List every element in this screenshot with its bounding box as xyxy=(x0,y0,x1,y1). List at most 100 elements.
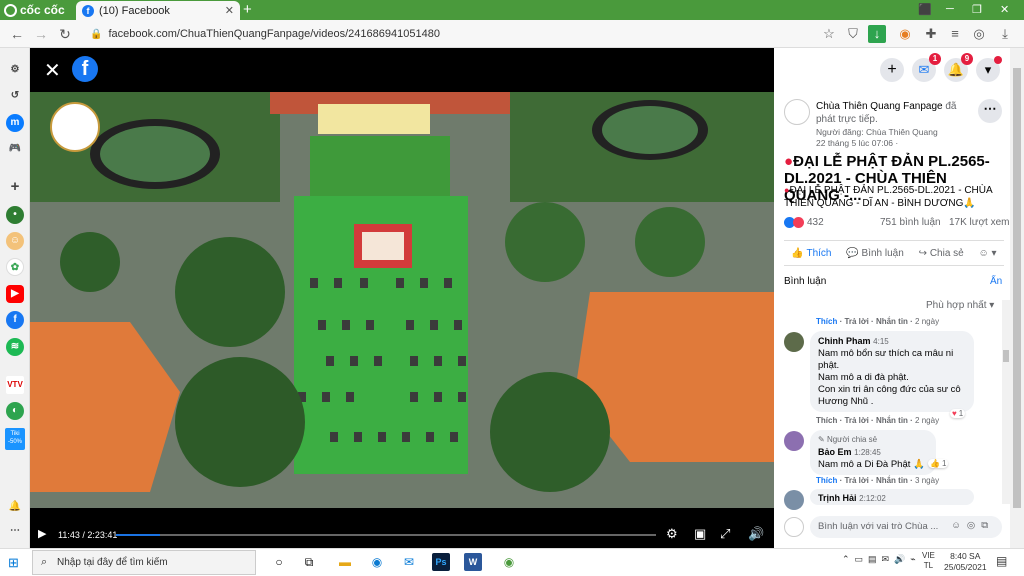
scroll-thumb[interactable] xyxy=(1003,350,1009,362)
windows-start-icon[interactable]: ⊞ xyxy=(8,555,19,571)
reactions-summary[interactable]: 432 xyxy=(784,217,824,228)
pip-icon[interactable]: ▣ xyxy=(694,526,706,542)
commenter-name[interactable]: Trịnh Hải xyxy=(818,493,857,503)
new-tab-button[interactable]: + xyxy=(243,2,252,18)
comment-like-link[interactable]: Thích xyxy=(816,416,837,425)
comment-message-link[interactable]: Nhắn tin xyxy=(876,416,908,425)
more-options-icon[interactable]: ⋯ xyxy=(978,99,1002,123)
video-frame[interactable] xyxy=(30,92,774,508)
shortcut-4-icon[interactable]: ◐ xyxy=(6,402,24,420)
post-header: Chùa Thiên Quang Fanpage đã phát trực ti… xyxy=(816,101,957,125)
avatar[interactable] xyxy=(784,332,804,352)
taskbar-search[interactable]: ⌕ Nhập tại đây để tìm kiếm xyxy=(32,550,256,575)
star-icon[interactable]: ☆ xyxy=(820,25,838,43)
task-view-icon[interactable]: ⧉ xyxy=(300,553,318,571)
maximize-icon[interactable]: ❐ xyxy=(972,3,982,16)
shortcut-2-icon[interactable]: ☺ xyxy=(6,232,24,250)
forward-icon[interactable]: → xyxy=(32,25,50,43)
comment-message-link[interactable]: Nhắn tin xyxy=(876,476,908,485)
tab-facebook[interactable]: f (10) Facebook ✕ xyxy=(76,1,240,20)
downloads-icon[interactable]: ⤓ xyxy=(996,25,1014,43)
vtv-icon[interactable]: VTV xyxy=(6,376,24,394)
profile-icon[interactable]: ◎ xyxy=(970,25,988,43)
commenter-name[interactable]: Chinh Pham xyxy=(818,336,871,346)
notifications-sidebar-icon[interactable]: 🔔 xyxy=(6,498,24,516)
comment-reply-link[interactable]: Trả lời xyxy=(844,476,868,485)
minimize-icon[interactable]: ─ xyxy=(946,3,954,15)
reload-icon[interactable]: ↻ xyxy=(56,25,74,43)
download-ext-icon[interactable]: ↓ xyxy=(868,25,886,43)
messenger-icon[interactable]: m xyxy=(6,114,24,132)
photoshop-icon[interactable]: Ps xyxy=(432,553,450,571)
comments-scrollbar[interactable] xyxy=(1002,300,1010,504)
url-field[interactable]: 🔒 facebook.com/ChuaThienQuangFanpage/vide… xyxy=(90,28,440,40)
cortana-icon[interactable]: ○ xyxy=(270,553,288,571)
video-settings-icon[interactable]: ⚙ xyxy=(666,526,678,542)
hide-comments-link[interactable]: Ẩn xyxy=(990,276,1002,287)
comment-reply-link[interactable]: Trả lời xyxy=(844,416,868,425)
emoji-camera-gif-icons[interactable]: ☺◎⧉ xyxy=(951,520,994,531)
fullscreen-icon[interactable]: ⤢ xyxy=(720,526,730,542)
youtube-icon[interactable]: ▶ xyxy=(6,285,24,303)
comment-timestamp[interactable]: 2:12:02 xyxy=(859,494,886,503)
extension-icon[interactable]: ⬛ xyxy=(918,3,932,16)
account-dot xyxy=(994,56,1002,64)
mail-icon[interactable]: ✉ xyxy=(400,553,418,571)
close-tab-icon[interactable]: ✕ xyxy=(225,4,234,17)
close-window-icon[interactable]: ✕ xyxy=(1000,3,1009,16)
coccoc-taskbar-icon[interactable]: ◉ xyxy=(500,553,518,571)
facebook-shortcut-icon[interactable]: f xyxy=(6,311,24,329)
share-button[interactable]: ↪ Chia sẻ xyxy=(919,248,964,259)
spotify-icon[interactable]: ≋ xyxy=(6,338,24,356)
reading-list-icon[interactable]: ≡ xyxy=(946,25,964,43)
page-avatar[interactable] xyxy=(784,99,810,125)
audience-selector[interactable]: ☺ ▾ xyxy=(979,248,997,259)
comment-like-link[interactable]: Thích xyxy=(816,476,837,485)
avatar[interactable] xyxy=(784,431,804,451)
browser-logo[interactable]: cốc cốc xyxy=(4,2,65,18)
post-date[interactable]: 22 tháng 5 lúc 07:06 · xyxy=(816,138,898,148)
comment-reactions[interactable]: ♥ 1 xyxy=(950,409,966,418)
like-button[interactable]: 👍 Thích xyxy=(791,248,831,259)
extensions-icon[interactable]: ✚ xyxy=(922,25,940,43)
history-icon[interactable]: ↺ xyxy=(6,87,24,105)
taskbar-clock[interactable]: 8:40 SA 25/05/2021 xyxy=(944,551,987,573)
play-button[interactable]: ▶ xyxy=(38,527,46,540)
comment-reactions[interactable]: 👍 1 xyxy=(928,459,949,468)
more-icon[interactable]: ⋯ xyxy=(6,522,24,540)
tiki-badge[interactable]: Tiki -50% xyxy=(5,428,25,450)
file-explorer-icon[interactable]: ▬ xyxy=(336,553,354,571)
comment-button[interactable]: 💬 Bình luận xyxy=(846,248,904,259)
comment-timestamp[interactable]: 4:15 xyxy=(873,337,889,346)
create-icon[interactable]: + xyxy=(880,58,904,82)
coccoc-ext-icon[interactable]: ◉ xyxy=(896,25,914,43)
add-shortcut-icon[interactable]: + xyxy=(6,178,24,196)
games-icon[interactable]: 🎮 xyxy=(6,140,24,158)
volume-icon[interactable]: 🔊 xyxy=(748,526,764,542)
shared-label: ✎ Người chia sẻ xyxy=(818,435,878,444)
page-scroll-thumb[interactable] xyxy=(1013,68,1021,508)
comment-sort-select[interactable]: Phù hợp nhất ▾ xyxy=(926,300,994,311)
comment-message-link[interactable]: Nhắn tin xyxy=(876,317,908,326)
shortcut-3-icon[interactable]: ✿ xyxy=(6,258,24,276)
comment-like-link[interactable]: Thích xyxy=(816,317,837,326)
facebook-logo[interactable]: f xyxy=(72,56,98,82)
word-icon[interactable]: W xyxy=(464,553,482,571)
avatar[interactable] xyxy=(784,490,804,510)
edge-icon[interactable]: ◉ xyxy=(368,553,386,571)
comment-input[interactable]: Bình luận với vai trò Chùa ... ☺◎⧉ xyxy=(810,516,1002,538)
comment-timestamp[interactable]: 1:28:45 xyxy=(854,448,881,457)
back-icon[interactable]: ← xyxy=(8,25,26,43)
shield-icon[interactable]: ⛉ xyxy=(844,25,862,43)
commenter-name[interactable]: Bảo Em xyxy=(818,447,852,457)
page-scrollbar[interactable] xyxy=(1010,48,1024,548)
shortcut-1-icon[interactable]: • xyxy=(6,206,24,224)
page-name-link[interactable]: Chùa Thiên Quang Fanpage xyxy=(816,101,943,112)
action-center-icon[interactable]: ▤ xyxy=(996,554,1007,568)
settings-icon[interactable]: ⚙ xyxy=(6,61,24,79)
video-progress-bar[interactable] xyxy=(116,534,656,536)
close-video-icon[interactable]: ✕ xyxy=(44,58,61,83)
system-tray-icons[interactable]: ⌃ ▭ ▤ ✉ 🔊 ⌁ xyxy=(842,554,916,565)
comment-reply-link[interactable]: Trả lời xyxy=(844,317,868,326)
input-language[interactable]: VIE TL xyxy=(922,551,935,571)
